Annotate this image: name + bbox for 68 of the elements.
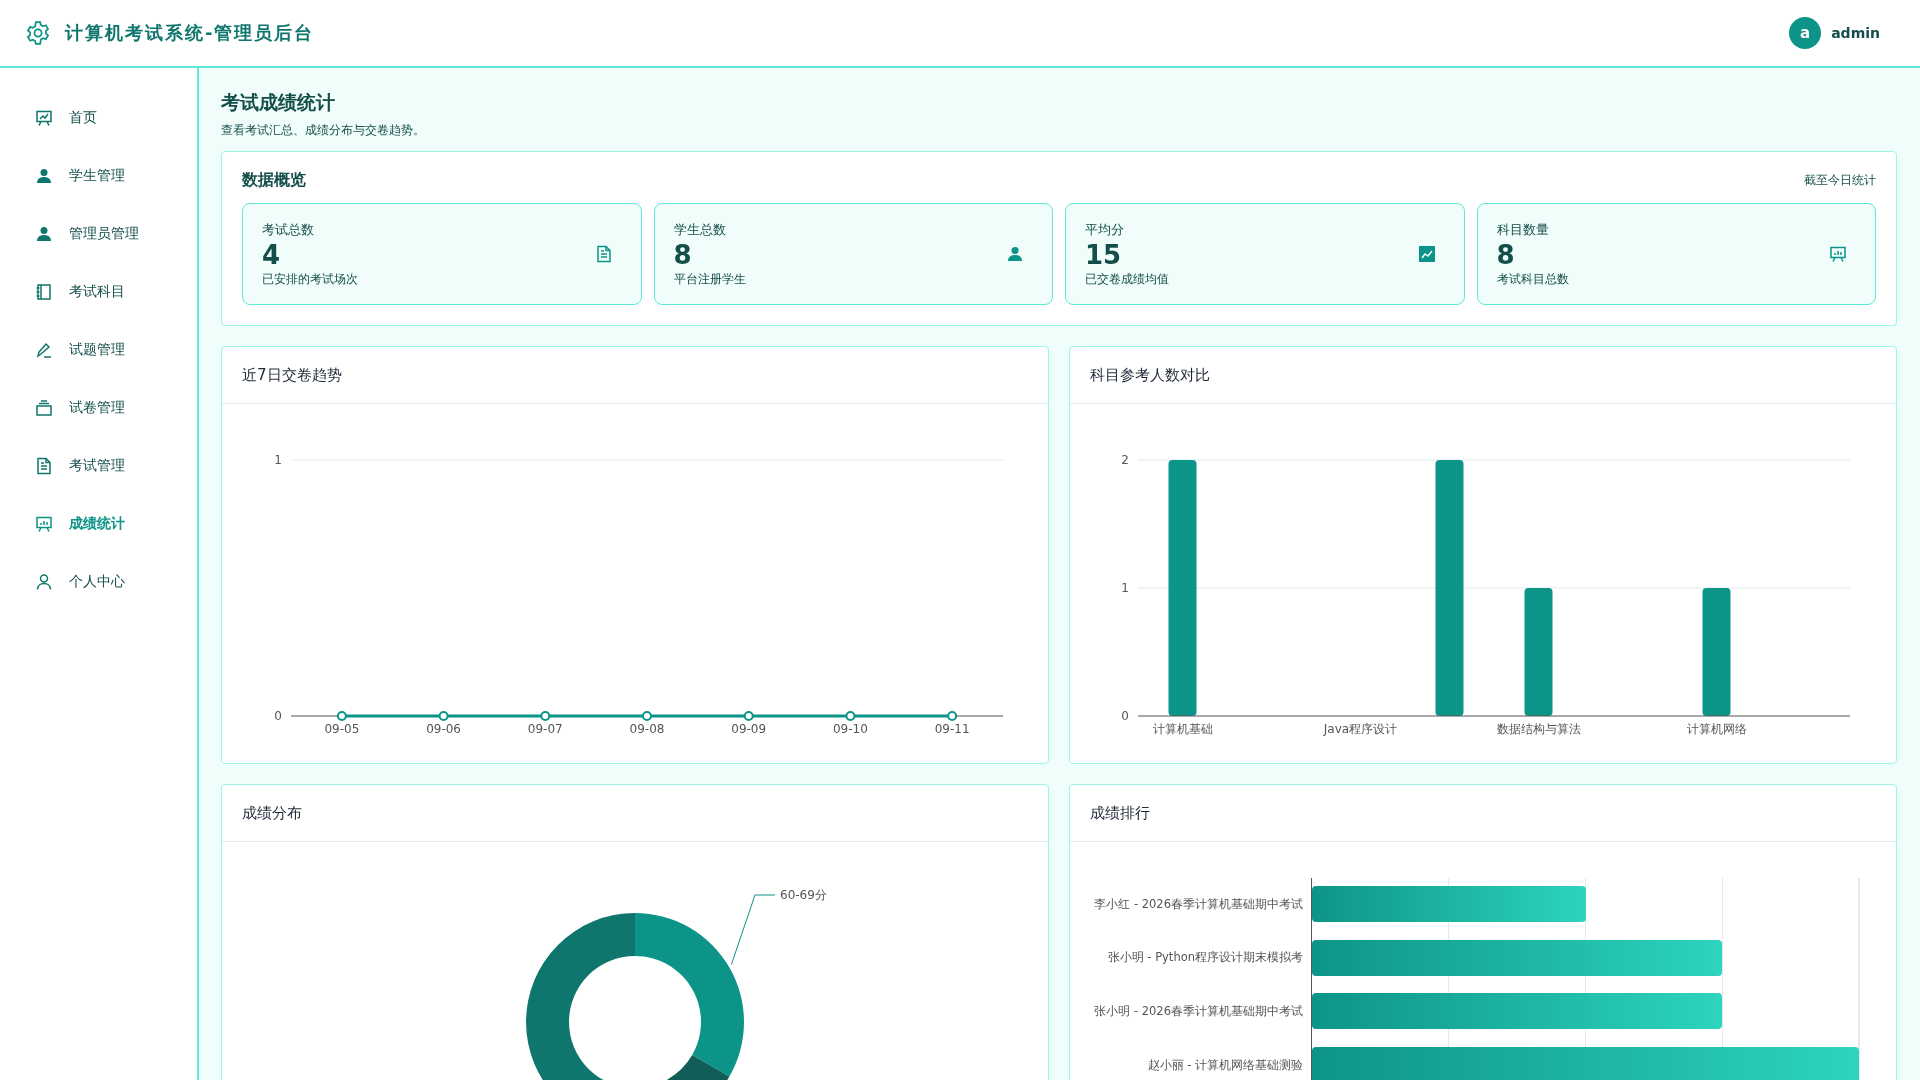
axis-label: Java程序设计	[1323, 722, 1398, 736]
axis-label: 0	[274, 709, 282, 723]
user-avatar[interactable]: a	[1789, 17, 1822, 49]
stat-label: 平均分	[1085, 220, 1125, 239]
user-name[interactable]: admin	[1831, 25, 1880, 41]
nav-item[interactable]: 试卷管理	[0, 379, 197, 437]
axis-label: 0	[1121, 709, 1129, 723]
nav-item[interactable]: 管理员管理	[0, 205, 197, 263]
section-note: 截至今日统计	[1804, 172, 1876, 189]
axis-label: 09-11	[934, 722, 970, 736]
axis-label: 09-06	[426, 722, 461, 736]
nav-item[interactable]: 个人中心	[0, 553, 197, 611]
nav-item[interactable]: 学生管理	[0, 147, 197, 205]
stat-value: 8	[673, 238, 693, 271]
axis-label: 数据结构与算法	[1496, 722, 1581, 736]
axis-label: 计算机基础	[1152, 722, 1213, 736]
panel-title: 成绩分布	[242, 803, 302, 823]
document-icon	[35, 457, 53, 475]
axis-label: 09-10	[833, 722, 868, 736]
panel-title: 近7日交卷趋势	[242, 365, 342, 385]
leader-line	[730, 894, 776, 965]
tray-icon	[35, 399, 53, 417]
stat-value: 15	[1085, 238, 1123, 271]
nav-item[interactable]: 成绩统计	[0, 495, 197, 553]
settings-icon	[25, 20, 51, 46]
panel-title: 成绩排行	[1090, 803, 1150, 823]
axis-label: 1	[274, 453, 282, 467]
stat-caption: 已安排的考试场次	[262, 270, 359, 288]
ranking-label: 张小明 - 2026春季计算机基础期中考试	[1093, 1003, 1303, 1019]
stat-caption: 考试科目总数	[1496, 270, 1570, 288]
stat-label: 科目数量	[1496, 220, 1550, 239]
presentation-icon	[35, 515, 53, 533]
person-icon	[35, 167, 53, 185]
axis-label: 09-05	[324, 722, 360, 736]
stat-caption: 已交卷成绩均值	[1085, 270, 1170, 288]
slice-label: 60-69分	[780, 888, 827, 902]
ranking-label: 赵小丽 - 计算机网络基础测验	[1146, 1057, 1303, 1073]
nav-item[interactable]: 考试管理	[0, 437, 197, 495]
document-icon	[594, 245, 613, 263]
section-title: 数据概览	[242, 170, 306, 191]
person-icon	[1006, 245, 1024, 263]
axis-label: 09-08	[629, 722, 665, 736]
axis-label: 1	[1121, 581, 1129, 595]
nav-item[interactable]: 首页	[0, 89, 197, 147]
page-title: 考试成绩统计	[221, 91, 335, 113]
presentation-icon	[1829, 245, 1847, 263]
nav-item[interactable]: 考试科目	[0, 263, 197, 321]
notebook-icon	[35, 283, 53, 301]
person-icon	[35, 573, 53, 591]
nav-item[interactable]: 试题管理	[0, 321, 197, 379]
app-title: 计算机考试系统-管理员后台	[65, 21, 315, 45]
stat-label: 学生总数	[673, 220, 727, 239]
axis-label: 2	[1121, 453, 1129, 467]
presentation-icon	[35, 109, 53, 127]
person-icon	[35, 225, 53, 243]
pen-icon	[35, 341, 53, 359]
ranking-label: 李小红 - 2026春季计算机基础期中考试	[1093, 896, 1303, 912]
axis-label: 计算机网络	[1686, 722, 1747, 736]
stat-value: 8	[1496, 238, 1516, 271]
axis-label: 09-07	[527, 722, 563, 736]
chart-icon	[1417, 245, 1436, 263]
page-subtitle: 查看考试汇总、成绩分布与交卷趋势。	[221, 122, 426, 139]
stat-label: 考试总数	[262, 220, 315, 239]
axis-label: 09-09	[731, 722, 767, 736]
stat-caption: 平台注册学生	[673, 270, 747, 288]
panel-title: 科目参考人数对比	[1090, 365, 1210, 385]
stat-value: 4	[262, 238, 282, 271]
ranking-label: 张小明 - Python程序设计期末模拟考	[1106, 950, 1303, 966]
